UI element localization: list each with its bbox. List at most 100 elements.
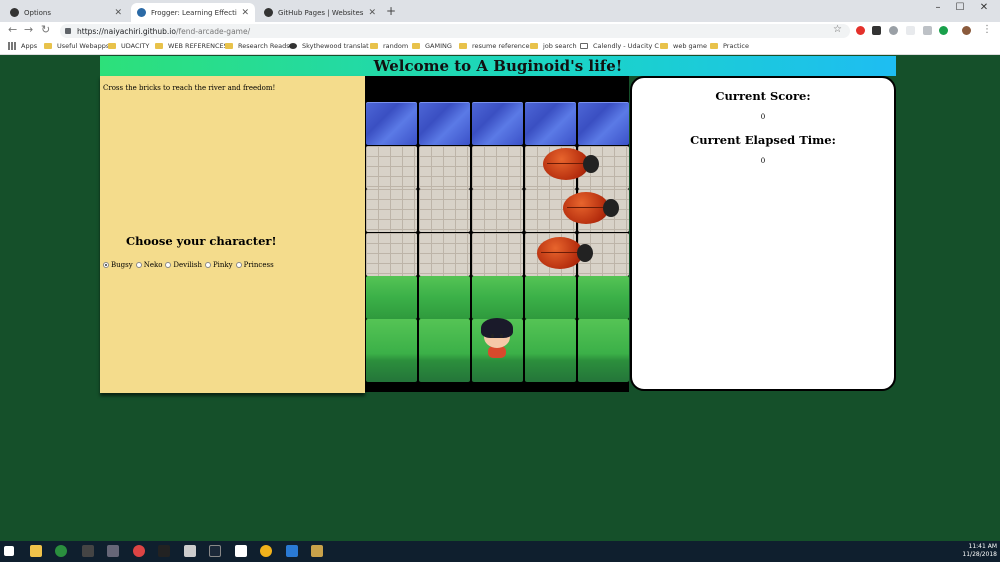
radio-neko[interactable]: Neko <box>135 261 162 269</box>
grass-tile <box>419 319 470 382</box>
tab-github-pages[interactable]: GitHub Pages | Websites for you ✕ <box>258 3 382 22</box>
stone-tile <box>472 146 523 189</box>
score-panel: Current Score: 0 Current Elapsed Time: 0 <box>630 76 896 391</box>
radio-princess[interactable]: Princess <box>235 261 274 269</box>
tab-options[interactable]: Options ✕ <box>4 3 128 22</box>
address-bar[interactable]: https://naiyachiri.github.io /fend-arcad… <box>60 24 850 38</box>
app-icon[interactable] <box>260 545 272 557</box>
close-icon[interactable]: ✕ <box>241 8 249 18</box>
enemy-bug <box>537 235 593 271</box>
bookmarks-bar: Apps Useful Webapps UDACITY WEB REFERENC… <box>0 39 1000 55</box>
enemy-bug <box>543 146 599 182</box>
steam-icon[interactable] <box>209 545 221 557</box>
grass-tile <box>578 276 629 319</box>
water-tile <box>472 102 523 145</box>
score-value: 0 <box>760 113 766 121</box>
notepad-icon[interactable] <box>235 545 247 557</box>
extension-icon[interactable] <box>872 26 881 35</box>
water-tile <box>419 102 470 145</box>
app-icon[interactable] <box>107 545 119 557</box>
bookmark-item[interactable]: Skythewood translat <box>289 42 369 50</box>
maximize-icon[interactable]: ☐ <box>950 2 970 13</box>
bookmark-item[interactable]: Practice <box>710 42 749 50</box>
app-icon[interactable] <box>133 545 145 557</box>
player-character <box>478 316 516 360</box>
vscode-icon[interactable] <box>286 545 298 557</box>
file-explorer-icon[interactable] <box>30 545 42 557</box>
system-clock[interactable]: 11:41 AM 11/28/2018 <box>962 543 997 559</box>
bookmark-item[interactable]: random <box>370 42 408 50</box>
tab-title: Options <box>24 8 52 17</box>
bookmark-apps[interactable]: Apps <box>8 42 37 50</box>
elapsed-time-value: 0 <box>760 157 766 165</box>
close-window-icon[interactable]: ✕ <box>974 2 994 13</box>
avatar[interactable] <box>962 26 971 35</box>
character-radio-group: Bugsy Neko Devilish Pinky Princess <box>103 261 277 269</box>
url-host: https://naiyachiri.github.io <box>77 26 176 36</box>
score-label: Current Score: <box>715 89 811 103</box>
opera-icon[interactable] <box>856 26 865 35</box>
radio-devilish[interactable]: Devilish <box>165 261 202 269</box>
bookmark-item[interactable]: WEB REFERENCES <box>155 42 228 50</box>
radio-pinky[interactable]: Pinky <box>204 261 233 269</box>
folder-icon <box>412 43 420 49</box>
instructions-text: Cross the bricks to reach the river and … <box>103 84 276 92</box>
radio-button[interactable] <box>103 262 109 268</box>
tab-title: Frogger: Learning Effective Javas <box>151 8 237 17</box>
info-panel: Cross the bricks to reach the river and … <box>100 76 365 393</box>
browser-tab-strip: Options ✕ Frogger: Learning Effective Ja… <box>0 0 1000 22</box>
epic-games-icon[interactable] <box>158 545 170 557</box>
bookmark-item[interactable]: Research Reads <box>225 42 290 50</box>
github-icon <box>10 8 19 17</box>
bookmark-item[interactable]: resume references <box>459 42 533 50</box>
bookmark-item[interactable]: job search <box>530 42 577 50</box>
radio-bugsy[interactable]: Bugsy <box>103 261 133 269</box>
stone-tile <box>419 146 470 189</box>
page-banner: Welcome to A Buginoid's life! <box>100 56 896 76</box>
grass-tile <box>419 276 470 319</box>
folder-icon <box>660 43 668 49</box>
new-tab-button[interactable]: + <box>386 4 396 18</box>
radio-button[interactable] <box>165 262 172 268</box>
radio-button[interactable] <box>135 262 142 268</box>
menu-icon[interactable]: ⋮ <box>982 24 992 35</box>
bookmark-star-icon[interactable]: ☆ <box>833 24 842 35</box>
app-icon[interactable] <box>184 545 196 557</box>
reload-icon[interactable]: ↻ <box>41 23 50 36</box>
close-icon[interactable]: ✕ <box>368 8 376 18</box>
folder-icon <box>370 43 378 49</box>
grass-tile <box>366 319 417 382</box>
stone-tile <box>419 189 470 232</box>
app-icon[interactable] <box>82 545 94 557</box>
water-tile <box>578 102 629 145</box>
elapsed-time-label: Current Elapsed Time: <box>690 133 836 147</box>
tab-frogger[interactable]: Frogger: Learning Effective Javas ✕ <box>131 3 255 22</box>
bookmark-item[interactable]: web game <box>660 42 707 50</box>
bookmark-item[interactable]: GAMING <box>412 42 452 50</box>
extension-icon[interactable] <box>939 26 948 35</box>
extension-icon[interactable] <box>923 26 932 35</box>
tab-title: GitHub Pages | Websites for you <box>278 8 364 17</box>
grass-tile <box>525 276 576 319</box>
grass-tile <box>525 319 576 382</box>
bookmark-item[interactable]: UDACITY <box>108 42 149 50</box>
radio-button[interactable] <box>204 262 211 268</box>
back-icon[interactable]: ← <box>8 23 17 36</box>
water-tile <box>366 102 417 145</box>
grass-tile <box>366 276 417 319</box>
bookmark-item[interactable]: Calendly - Udacity C <box>580 42 659 50</box>
bookmark-item[interactable]: Useful Webapps <box>44 42 109 50</box>
extension-icon[interactable] <box>906 26 915 35</box>
close-icon[interactable]: ✕ <box>114 8 122 18</box>
minimize-icon[interactable]: – <box>928 2 948 13</box>
forward-icon[interactable]: → <box>24 23 33 36</box>
browser-toolbar: ← → ↻ https://naiyachiri.github.io /fend… <box>0 22 1000 39</box>
chrome-icon[interactable] <box>55 545 67 557</box>
app-icon[interactable] <box>311 545 323 557</box>
windows-start-icon[interactable] <box>4 546 14 556</box>
folder-icon <box>225 43 233 49</box>
extension-icon[interactable] <box>889 26 898 35</box>
taskbar: 11:41 AM 11/28/2018 <box>0 541 1000 562</box>
radio-button[interactable] <box>235 262 242 268</box>
folder-icon <box>530 43 538 49</box>
